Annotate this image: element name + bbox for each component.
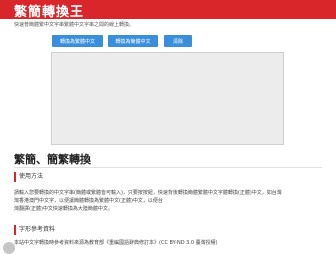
reference-text: 本站中文字轉換時參考資料來源為教育部《重編國語辭典修訂本》(CC BY-ND 3… (14, 240, 218, 246)
usage-text-line: 灣翻譯(正體)中文快速轉換為大陸簡體中文。 (14, 206, 113, 212)
usage-heading: 使用方法 (14, 172, 43, 182)
reference-heading: 字形參考資料 (14, 225, 55, 235)
site-title[interactable]: 繁簡轉換王 (14, 1, 84, 20)
intro-text: 快速普簡體繁中文字串繁體中文字串之間的線上轉換。 (14, 22, 135, 28)
section-heading: 繁簡、簡繁轉換 (14, 153, 91, 166)
text-input-area[interactable] (51, 52, 284, 145)
clear-button[interactable]: 清除 (164, 35, 192, 47)
usage-text-line: 灣香港澳門中文字，以便讓簡體轉換為繁體中文(正體)中文，以便台 (14, 198, 163, 204)
convert-to-traditional-button[interactable]: 轉換為繁體中文 (52, 35, 103, 47)
floating-action-button[interactable] (3, 242, 15, 254)
site-header: 繁簡轉換王 (0, 0, 336, 20)
usage-text-line: 請輸入您要轉換的中文字串(簡體或繁體皆可輸入)，只要按按鈕，快速背後轉換簡體繁體… (14, 190, 282, 196)
convert-to-simplified-button[interactable]: 轉換為簡體中文 (108, 35, 158, 47)
section-divider (14, 167, 322, 168)
